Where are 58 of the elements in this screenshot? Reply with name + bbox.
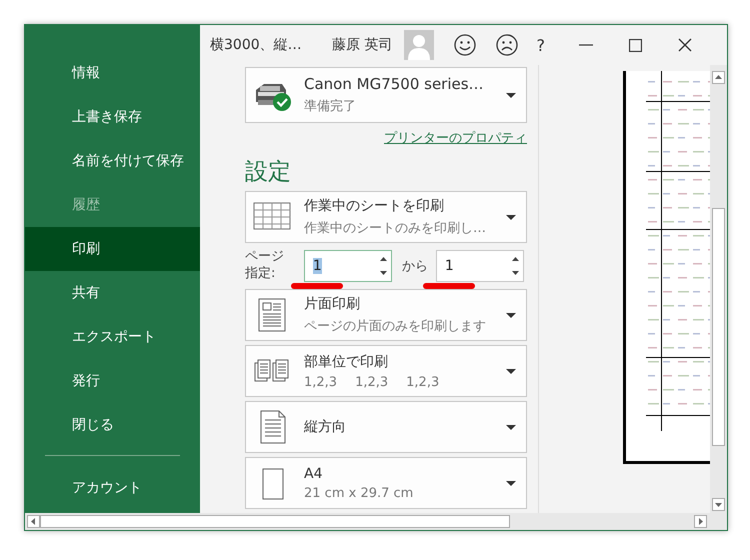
dropdown[interactable]: 縦方向 bbox=[245, 401, 527, 453]
caret-icon bbox=[506, 214, 516, 220]
scroll-thumb[interactable] bbox=[40, 515, 510, 528]
sidebar-item[interactable]: 閉じる bbox=[25, 403, 200, 447]
scroll-right-icon bbox=[694, 515, 707, 528]
sidebar-item[interactable]: エクスポート bbox=[25, 315, 200, 359]
sidebar-item[interactable]: 発行 bbox=[25, 359, 200, 403]
scroll-left-icon bbox=[27, 515, 40, 528]
dropdown[interactable]: A4 21 cm x 29.7 cm bbox=[245, 457, 527, 509]
to-label: から bbox=[402, 258, 428, 275]
sidebar-item[interactable]: 上書き保存 bbox=[25, 95, 200, 139]
dropdown-subtitle: ページの片面のみを印刷します bbox=[304, 318, 487, 335]
scroll-up-icon bbox=[712, 71, 725, 84]
dropdown-title: 部単位で印刷 bbox=[304, 352, 389, 370]
sidebar-item[interactable]: 名前を付けて保存 bbox=[25, 139, 200, 183]
dropdown-subtitle: 作業中のシートのみを印刷し… bbox=[304, 220, 487, 237]
underline-mark bbox=[290, 283, 343, 289]
sidebar-item[interactable]: 共有 bbox=[25, 271, 200, 315]
dropdown-title: 作業中のシートを印刷 bbox=[304, 197, 445, 215]
close-icon bbox=[678, 38, 692, 52]
printer-properties-link[interactable]: プリンターのプロパティ bbox=[384, 129, 527, 147]
dropdown[interactable]: Canon MG7500 series… 準備完了 bbox=[245, 67, 527, 123]
dropdown-title: 縦方向 bbox=[304, 418, 347, 436]
dropdown[interactable]: 部単位で印刷 1,2,3 1,2,3 1,2,3 bbox=[245, 345, 527, 397]
frown-icon bbox=[496, 34, 518, 56]
caret-icon bbox=[506, 480, 516, 486]
dropdown[interactable]: 片面印刷 ページの片面のみを印刷します bbox=[245, 289, 527, 341]
dropdown-title: 片面印刷 bbox=[304, 295, 361, 313]
sidebar-item[interactable]: 情報 bbox=[25, 51, 200, 95]
caret-icon bbox=[506, 368, 516, 374]
underline-mark bbox=[422, 283, 475, 289]
dropdown[interactable]: 作業中のシートを印刷 作業中のシートのみを印刷し… bbox=[245, 191, 527, 243]
help-button[interactable]: ? bbox=[536, 36, 545, 54]
horizontal-scrollbar[interactable] bbox=[25, 513, 727, 530]
section-heading: 設定 bbox=[245, 158, 292, 187]
vertical-scrollbar[interactable] bbox=[710, 65, 727, 513]
spinner-arrows-icon bbox=[512, 257, 519, 275]
caret-icon bbox=[506, 424, 516, 430]
dropdown-subtitle: 21 cm x 29.7 cm bbox=[304, 486, 414, 500]
smiley-icon bbox=[454, 34, 476, 56]
printer-status: 準備完了 bbox=[304, 98, 357, 115]
dropdown-title: A4 bbox=[304, 466, 324, 482]
scroll-down-icon bbox=[712, 498, 725, 511]
page-range-label: ページ指定: bbox=[245, 249, 285, 283]
dropdown-title: Canon MG7500 series… bbox=[304, 75, 485, 93]
sidebar-item[interactable]: アカウント bbox=[25, 466, 200, 510]
maximize-icon bbox=[628, 38, 642, 52]
scroll-thumb[interactable] bbox=[712, 208, 725, 446]
caret-icon bbox=[506, 92, 516, 98]
spinner-arrows-icon bbox=[380, 257, 387, 275]
page-order-text: 1,2,3 bbox=[355, 374, 388, 390]
caret-icon bbox=[506, 312, 516, 318]
page-order-text: 1,2,3 bbox=[406, 374, 440, 390]
document-title: 横3000、縦… bbox=[210, 36, 303, 54]
sidebar-item[interactable]: 印刷 bbox=[25, 227, 200, 271]
page-order-text: 1,2,3 bbox=[304, 374, 338, 390]
avatar-icon bbox=[404, 30, 434, 60]
user-name: 藤原 英司 bbox=[332, 36, 392, 54]
